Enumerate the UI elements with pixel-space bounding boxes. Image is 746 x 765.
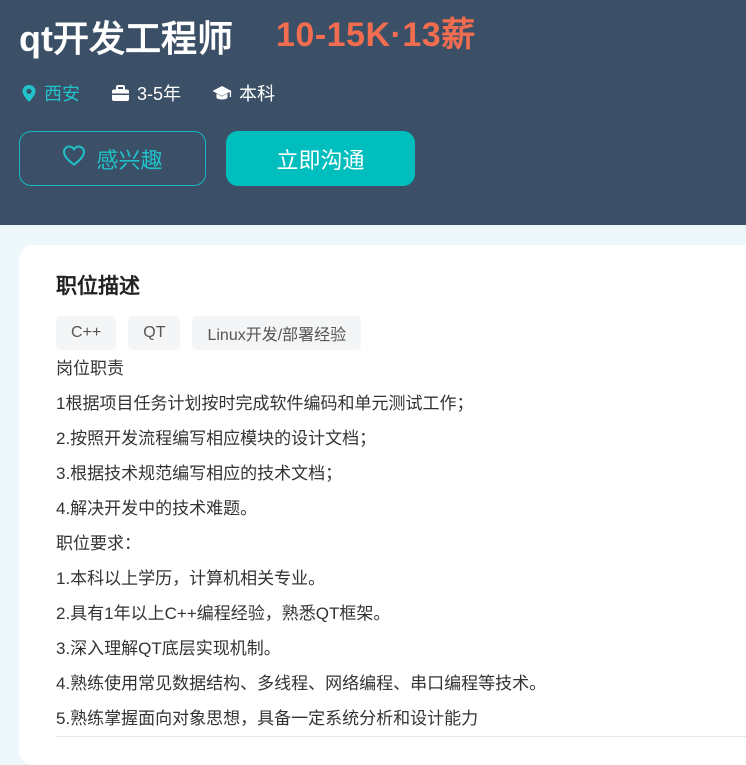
job-title: qt开发工程师 [19,18,233,59]
interest-button[interactable]: 感兴趣 [19,131,206,186]
graduation-cap-icon [212,85,232,102]
location-pin-icon [21,84,37,103]
skill-tags: C++ QT Linux开发/部署经验 [56,316,362,350]
salary: 10-15K·13薪 [276,16,476,54]
job-header: qt开发工程师 10-15K·13薪 西安 3-5年 本科 感兴趣 立即沟通 [0,0,746,225]
description-line: 2.按照开发流程编写相应模块的设计文档； [56,429,377,448]
job-description-card: 职位描述 C++ QT Linux开发/部署经验 岗位职责 1根据项目任务计划按… [19,245,746,765]
skill-tag: C++ [56,316,117,350]
job-city-label: 西安 [44,84,80,104]
heart-icon [62,145,86,172]
description-line: 1根据项目任务计划按时完成软件编码和单元测试工作； [56,394,474,413]
skill-tag: QT [128,316,181,350]
skill-tag: Linux开发/部署经验 [192,316,362,350]
job-description-text: 岗位职责 1根据项目任务计划按时完成软件编码和单元测试工作； 2.按照开发流程编… [56,356,736,741]
section-title: 职位描述 [56,275,140,298]
description-line: 1.本科以上学历，计算机相关专业。 [56,569,326,588]
description-line: 4.解决开发中的技术难题。 [56,499,258,518]
chat-now-label: 立即沟通 [276,147,365,173]
chat-now-button[interactable]: 立即沟通 [226,131,415,186]
description-line: 岗位职责 [56,359,124,378]
description-line: 4.熟练使用常见数据结构、多线程、网络编程、串口编程等技术。 [56,674,547,693]
description-line: 3.深入理解QT底层实现机制。 [56,639,281,658]
job-education: 本科 [212,80,275,106]
interest-label: 感兴趣 [96,147,163,173]
divider [56,736,746,737]
description-line: 2.具有1年以上C++编程经验，熟悉QT框架。 [56,604,391,623]
job-experience: 3-5年 [111,80,181,106]
description-line: 3.根据技术规范编写相应的技术文档； [56,464,343,483]
description-line: 职位要求： [56,534,141,553]
job-experience-label: 3-5年 [137,84,182,104]
job-city: 西安 [21,80,80,106]
job-education-label: 本科 [239,84,275,104]
briefcase-icon [111,84,130,102]
